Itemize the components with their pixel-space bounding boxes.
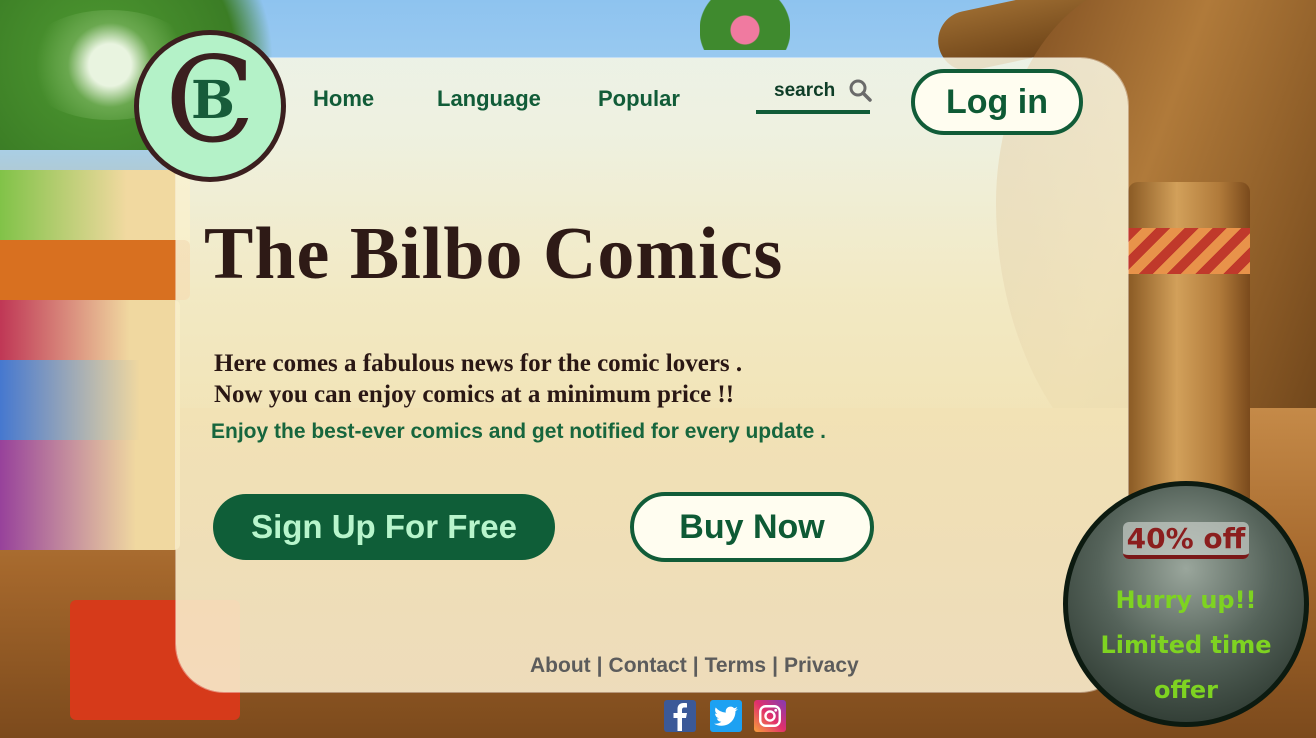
book-purple (0, 440, 180, 550)
flower-decoration (700, 0, 790, 50)
offer-line-1: Hurry up!! (1115, 586, 1257, 614)
facebook-icon[interactable] (664, 700, 696, 732)
search-bar (756, 76, 872, 114)
buy-now-button[interactable]: Buy Now (630, 492, 874, 562)
hero-text-line-2: Now you can enjoy comics at a minimum pr… (214, 381, 735, 408)
offer-line-3: offer (1153, 676, 1219, 704)
brand-logo[interactable]: C B (134, 30, 286, 182)
twitter-icon[interactable] (710, 700, 742, 732)
search-input[interactable] (774, 80, 844, 102)
hero-text-line-1: Here comes a fabulous news for the comic… (214, 350, 743, 377)
page-title: The Bilbo Comics (204, 213, 784, 295)
hero-tagline: Enjoy the best-ever comics and get notif… (211, 420, 826, 443)
discount-subtitle: Hurry up!! Limited time offer (1068, 578, 1304, 713)
footer-separator: | (692, 654, 699, 677)
footer-separator: | (772, 654, 778, 677)
footer-about-link[interactable]: About (530, 654, 591, 677)
logo-letter-b: B (191, 70, 235, 131)
instagram-icon[interactable] (754, 700, 786, 732)
book-orange (0, 240, 190, 300)
discount-badge[interactable]: 40% off Hurry up!! Limited time offer (1063, 481, 1309, 727)
footer-contact-link[interactable]: Contact (609, 654, 687, 677)
footer-separator: | (596, 654, 603, 677)
signup-button[interactable]: Sign Up For Free (213, 494, 555, 560)
search-icon[interactable] (848, 78, 872, 102)
footer-terms-link[interactable]: Terms (705, 654, 766, 677)
discount-title: 40% off (1068, 522, 1304, 559)
nav-language[interactable]: Language (437, 86, 541, 112)
offer-line-2: Limited time (1100, 631, 1272, 659)
nav-home[interactable]: Home (313, 86, 374, 112)
footer-privacy-link[interactable]: Privacy (784, 654, 859, 677)
login-button[interactable]: Log in (911, 69, 1083, 135)
footer-links: About | Contact | Terms | Privacy (530, 654, 859, 678)
cup-pattern (1128, 228, 1250, 274)
book-blue (0, 360, 180, 450)
nav-popular[interactable]: Popular (598, 86, 680, 112)
